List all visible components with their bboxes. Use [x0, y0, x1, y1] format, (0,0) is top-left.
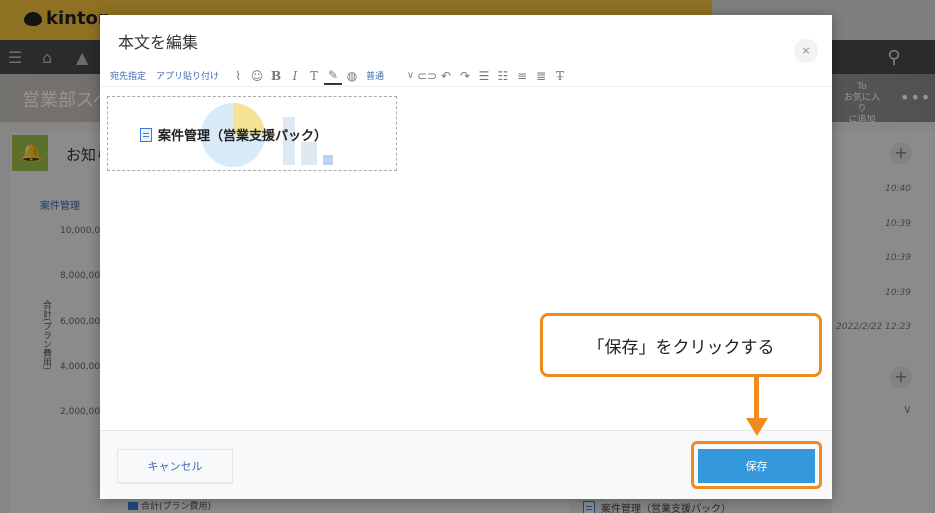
italic-icon[interactable]: I	[286, 67, 304, 85]
mention-button[interactable]: 宛先指定	[110, 69, 146, 82]
cancel-button[interactable]: キャンセル	[117, 449, 233, 483]
chevron-down-icon: ∨	[406, 70, 415, 81]
app-paste-button[interactable]: アプリ貼り付け	[156, 69, 219, 82]
font-size-icon[interactable]: T	[305, 67, 323, 85]
attachment-icon[interactable]: ⌇	[229, 67, 247, 85]
bold-icon[interactable]: B	[267, 67, 285, 85]
close-icon[interactable]: ×	[794, 39, 818, 63]
emoji-icon[interactable]: ☺	[248, 67, 266, 85]
text-color-icon[interactable]: ✎	[324, 67, 343, 85]
link-icon[interactable]: ⊂⊃	[417, 67, 437, 85]
app-icon	[140, 127, 152, 142]
format-select[interactable]: 普通 ∨	[366, 69, 414, 82]
app-link-label: 案件管理（営業支援パック）	[158, 129, 328, 144]
editor-toolbar: 宛先指定 アプリ貼り付け ⌇ ☺ B I T ✎ ◍ 普通 ∨ ⊂⊃ ↶ ↷ ☰ …	[100, 65, 832, 87]
app-link-card[interactable]: 案件管理（営業支援パック）	[107, 96, 397, 171]
rich-text-editor[interactable]: 案件管理（営業支援パック）	[100, 88, 832, 430]
app-link[interactable]: 案件管理（営業支援パック）	[140, 125, 327, 144]
save-highlight	[691, 441, 822, 489]
align-left-icon[interactable]: ≡	[513, 67, 531, 85]
instruction-callout: 「保存」をクリックする	[540, 313, 822, 377]
background-color-icon[interactable]: ◍	[343, 67, 361, 85]
format-select-value: 普通	[366, 72, 385, 82]
clear-format-icon[interactable]: T̶	[551, 67, 569, 85]
redo-icon[interactable]: ↷	[456, 67, 474, 85]
bullet-list-icon[interactable]: ☰	[475, 67, 493, 85]
arrow-down-icon	[746, 418, 768, 436]
edit-body-dialog: 本文を編集 × 宛先指定 アプリ貼り付け ⌇ ☺ B I T ✎ ◍ 普通 ∨ ⊂…	[100, 15, 832, 499]
align-center-icon[interactable]: ≣	[532, 67, 550, 85]
undo-icon[interactable]: ↶	[437, 67, 455, 85]
callout-arrow	[754, 377, 759, 421]
numbered-list-icon[interactable]: ☷	[494, 67, 512, 85]
dialog-title: 本文を編集	[118, 33, 199, 52]
